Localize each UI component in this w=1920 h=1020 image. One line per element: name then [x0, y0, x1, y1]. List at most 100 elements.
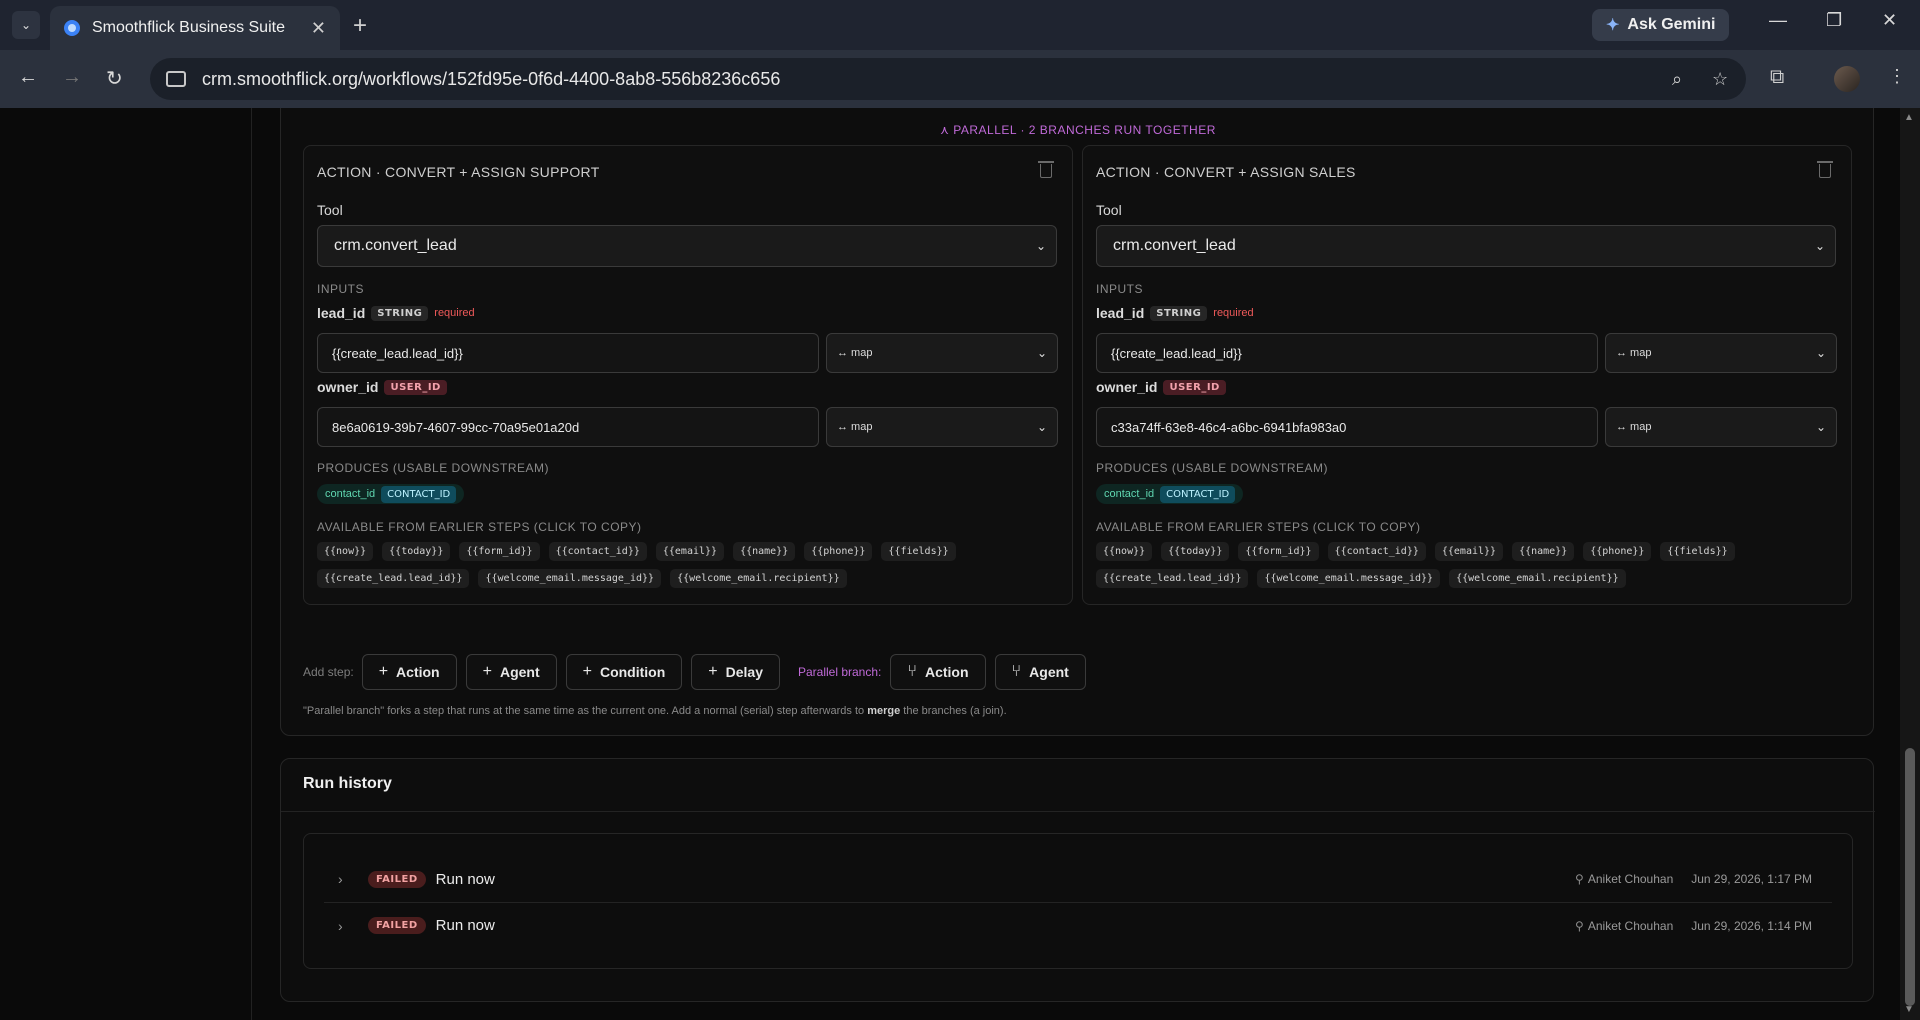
tool-select[interactable]: crm.convert_lead ⌄ [1096, 225, 1836, 267]
bookmark-star-icon[interactable]: ☆ [1712, 69, 1728, 90]
produces-type: CONTACT_ID [1160, 485, 1236, 503]
scroll-up-icon[interactable]: ▲ [1904, 112, 1914, 123]
variable-chip[interactable]: {{today}} [382, 542, 451, 561]
produces-label: PRODUCES (USABLE DOWNSTREAM) [317, 461, 550, 475]
back-icon[interactable]: ← [18, 66, 38, 89]
variable-chip[interactable]: {{now}} [317, 542, 374, 561]
owner-id-mode-select[interactable]: ↔ map ⌄ [826, 407, 1058, 447]
reload-icon[interactable]: ↻ [106, 66, 123, 91]
tool-select[interactable]: crm.convert_lead ⌄ [317, 225, 1057, 267]
run-name: Run now [435, 870, 495, 888]
lead-id-input[interactable]: {{create_lead.lead_id}} [317, 333, 819, 373]
scroll-thumb[interactable] [1905, 748, 1915, 1006]
variable-chip[interactable]: {{welcome_email.recipient}} [1449, 569, 1626, 588]
browser-tab[interactable]: Smoothflick Business Suite ✕ [50, 6, 340, 50]
forward-icon[interactable]: → [62, 66, 82, 89]
address-bar[interactable]: crm.smoothflick.org/workflows/152fd95e-0… [150, 58, 1746, 100]
add-delay-button[interactable]: + Delay [691, 654, 780, 690]
status-badge: FAILED [368, 870, 426, 888]
run-history-title: Run history [303, 775, 392, 792]
tab-title: Smoothflick Business Suite [92, 19, 285, 36]
chevron-down-icon: ⌄ [1035, 239, 1046, 253]
variable-chip[interactable]: {{name}} [733, 542, 796, 561]
variable-chip[interactable]: {{email}} [655, 542, 725, 561]
variable-chip[interactable]: {{create_lead.lead_id}} [317, 569, 470, 588]
run-list: › FAILED Run now ⚲ Aniket Chouhan Jun 29… [303, 833, 1853, 969]
scroll-down-icon[interactable]: ▼ [1904, 1004, 1914, 1015]
tool-label: Tool [317, 202, 343, 218]
add-agent-button[interactable]: + Agent [465, 654, 557, 690]
browser-menu-icon[interactable]: ⋮ [1888, 66, 1906, 87]
minimize-button[interactable]: — [1769, 10, 1787, 31]
note-text-start: "Parallel branch" forks a step that runs… [303, 705, 868, 717]
variable-chip[interactable]: {{welcome_email.recipient}} [670, 569, 847, 588]
sidebar [0, 108, 252, 1020]
parallel-action-label: Action [924, 664, 969, 680]
mode-value: ↔ map [1616, 347, 1652, 359]
variable-chip[interactable]: {{phone}} [804, 542, 873, 561]
new-tab-button[interactable]: + [353, 12, 367, 40]
variable-chip[interactable]: {{fields}} [881, 542, 956, 561]
zoom-icon[interactable]: ⌕ [1672, 69, 1682, 90]
mode-value: ↔ map [837, 347, 873, 359]
add-delay-label: Delay [725, 664, 763, 680]
site-info-icon[interactable] [166, 71, 186, 87]
chevron-right-icon[interactable]: › [338, 918, 358, 934]
variable-chip[interactable]: {{now}} [1096, 542, 1153, 561]
variable-chips: {{now}} {{today}} {{form_id}} {{contact_… [317, 542, 1067, 588]
run-row[interactable]: › FAILED Run now ⚲ Aniket Chouhan Jun 29… [324, 856, 1832, 902]
branch-icon: ⑂ [907, 663, 917, 680]
add-action-button[interactable]: + Action [361, 654, 457, 690]
produces-key: contact_id [1104, 488, 1155, 500]
required-label: required [1213, 307, 1254, 319]
variable-chip[interactable]: {{welcome_email.message_id}} [478, 569, 662, 588]
close-window-button[interactable]: ✕ [1882, 10, 1897, 31]
plus-icon: + [582, 663, 592, 680]
mode-value: ↔ map [1616, 421, 1652, 433]
extensions-icon[interactable]: ⧉ [1770, 66, 1784, 89]
add-agent-label: Agent [499, 664, 540, 680]
lead-id-mode-select[interactable]: ↔ map ⌄ [826, 333, 1058, 373]
plus-icon: + [708, 663, 718, 680]
type-badge: USER_ID [384, 379, 447, 395]
add-condition-button[interactable]: + Condition [565, 654, 683, 690]
variable-chip[interactable]: {{contact_id}} [1327, 542, 1426, 561]
browser-toolbar: ← → ↻ crm.smoothflick.org/workflows/152f… [0, 50, 1920, 108]
variable-chip[interactable]: {{create_lead.lead_id}} [1096, 569, 1249, 588]
ask-gemini-button[interactable]: ✦ Ask Gemini [1592, 9, 1730, 41]
trash-icon[interactable] [1817, 161, 1833, 178]
variable-chip[interactable]: {{form_id}} [1238, 542, 1319, 561]
owner-id-mode-select[interactable]: ↔ map ⌄ [1605, 407, 1837, 447]
variable-chip[interactable]: {{fields}} [1660, 542, 1735, 561]
trash-icon[interactable] [1038, 161, 1054, 178]
profile-avatar[interactable] [1834, 66, 1860, 92]
variable-chips: {{now}} {{today}} {{form_id}} {{contact_… [1096, 542, 1846, 588]
run-user: Aniket Chouhan [1587, 872, 1674, 886]
variable-chip[interactable]: {{contact_id}} [548, 542, 647, 561]
restore-button[interactable]: ❐ [1826, 10, 1842, 31]
close-tab-icon[interactable]: ✕ [311, 18, 326, 39]
status-badge: FAILED [368, 917, 426, 934]
available-label: AVAILABLE FROM EARLIER STEPS (CLICK TO C… [317, 520, 642, 534]
owner-id-input[interactable]: 8e6a0619-39b7-4607-99cc-70a95e01a20d [317, 407, 819, 447]
lead-id-mode-select[interactable]: ↔ map ⌄ [1605, 333, 1837, 373]
owner-id-input[interactable]: c33a74ff-63e8-46c4-a6bc-6941bfa983a0 [1096, 407, 1598, 447]
variable-chip[interactable]: {{welcome_email.message_id}} [1257, 569, 1441, 588]
variable-chip[interactable]: {{today}} [1161, 542, 1230, 561]
parallel-help-note: "Parallel branch" forks a step that runs… [303, 705, 1007, 717]
parallel-agent-button[interactable]: ⑂ Agent [994, 654, 1086, 690]
variable-chip[interactable]: {{email}} [1434, 542, 1504, 561]
mode-value: ↔ map [837, 421, 873, 433]
chevron-right-icon[interactable]: › [338, 871, 358, 887]
workflow-builder: ↓ ⋏ PARALLEL · 2 BRANCHES RUN TOGETHER A… [280, 108, 1874, 736]
page-scrollbar[interactable]: ▲ ▼ [1900, 108, 1920, 1020]
parallel-action-button[interactable]: ⑂ Action [890, 654, 986, 690]
note-text-end: the branches (a join). [900, 705, 1007, 717]
variable-chip[interactable]: {{form_id}} [459, 542, 540, 561]
variable-chip[interactable]: {{phone}} [1583, 542, 1652, 561]
run-row[interactable]: › FAILED Run now ⚲ Aniket Chouhan Jun 29… [324, 902, 1832, 948]
field-name: owner_id [1096, 379, 1158, 395]
lead-id-input[interactable]: {{create_lead.lead_id}} [1096, 333, 1598, 373]
tab-search-button[interactable]: ⌄ [12, 11, 40, 39]
variable-chip[interactable]: {{name}} [1512, 542, 1575, 561]
